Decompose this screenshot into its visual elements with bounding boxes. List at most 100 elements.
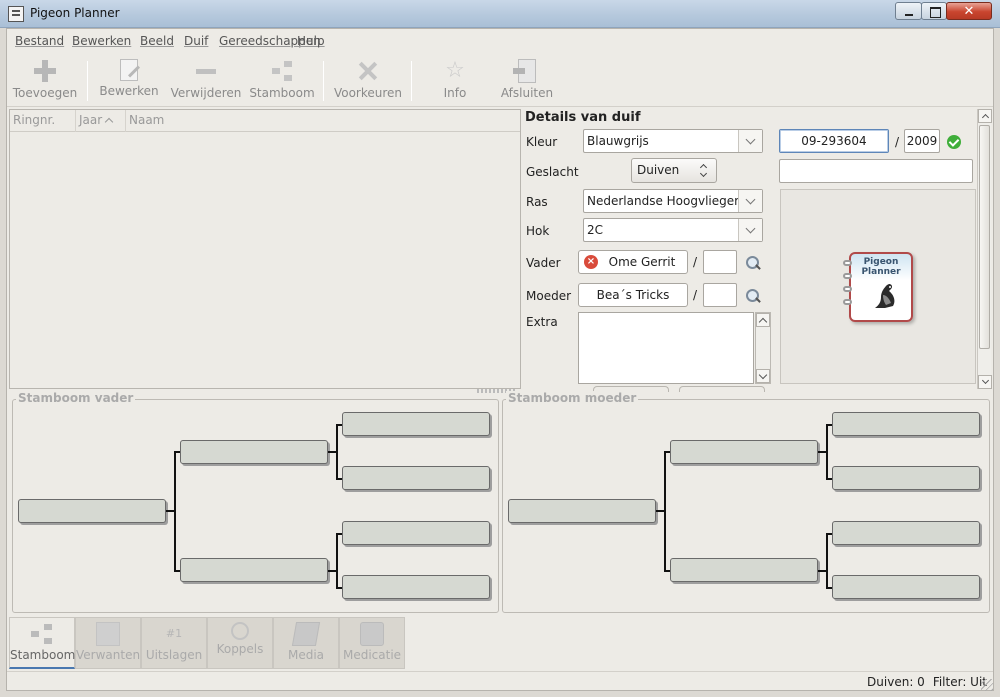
pedigree-line xyxy=(656,510,664,512)
menu-bar: Bestand Bewerken Beeld Duif Gereedschapp… xyxy=(7,29,993,51)
menu-duif[interactable]: Duif xyxy=(184,34,208,48)
extra-scrollbar[interactable] xyxy=(755,312,771,384)
updown-icon xyxy=(698,163,710,178)
pedigree-line xyxy=(826,533,828,589)
medication-icon xyxy=(360,622,384,646)
dam-year-field[interactable] xyxy=(703,283,737,307)
pedigree-line xyxy=(328,451,336,453)
scroll-up-icon[interactable] xyxy=(756,313,770,327)
pedigree-line xyxy=(328,570,336,572)
pedigree-node[interactable] xyxy=(832,521,980,545)
dam-pedigree: Stamboom moeder xyxy=(502,391,990,613)
couples-icon xyxy=(231,622,249,640)
toolbar: Toevoegen Bewerken Verwijderen Stamboom … xyxy=(7,51,993,107)
menu-hulp[interactable]: Hulp xyxy=(297,34,325,48)
dam-pedigree-title: Stamboom moeder xyxy=(506,391,639,405)
remove-icon[interactable]: × xyxy=(584,255,598,269)
strain-combo[interactable]: Nederlandse Hoogvlieger xyxy=(583,189,763,213)
add-button[interactable]: Toevoegen xyxy=(11,55,79,105)
pedigree-dam-node[interactable] xyxy=(508,499,656,523)
preferences-button[interactable]: Voorkeuren xyxy=(333,55,403,105)
strain-label: Ras xyxy=(526,195,548,209)
details-scrollbar[interactable] xyxy=(977,109,992,389)
ring-year-field[interactable]: 2009 xyxy=(904,129,940,153)
extra-textarea[interactable] xyxy=(578,312,754,384)
exit-icon xyxy=(513,59,536,83)
window-title: Pigeon Planner xyxy=(30,6,120,20)
pedigree-grandsire-node[interactable] xyxy=(670,440,818,464)
chevron-down-icon[interactable] xyxy=(738,219,762,241)
pedigree-granddam-node[interactable] xyxy=(670,558,818,582)
details-panel: Details van duif Kleur Blauwgrijs Geslac… xyxy=(523,109,993,392)
pedigree-node[interactable] xyxy=(832,575,980,599)
scroll-down-icon[interactable] xyxy=(978,375,992,389)
tab-couples[interactable]: Koppels xyxy=(207,617,273,669)
separator-slash: / xyxy=(693,288,698,302)
edit-button[interactable]: Bewerken xyxy=(99,55,159,105)
minimize-button[interactable] xyxy=(895,2,922,20)
column-year[interactable]: Jaar xyxy=(76,110,126,132)
tab-results[interactable]: #1 Uitslagen xyxy=(141,617,207,669)
info-button[interactable]: ☆ Info xyxy=(427,55,483,105)
pigeon-name-field[interactable] xyxy=(779,159,973,183)
pigeon-planner-logo: Pigeon Planner xyxy=(843,252,913,322)
toolbar-separator xyxy=(87,61,88,101)
pedigree-line xyxy=(664,451,666,572)
tab-relatives[interactable]: Verwanten xyxy=(75,617,141,669)
sire-label: Vader xyxy=(526,256,561,270)
menu-beeld[interactable]: Beeld xyxy=(140,34,174,48)
pedigree-sire-node[interactable] xyxy=(18,499,166,523)
sire-button[interactable]: × Ome Gerrit xyxy=(578,250,688,274)
pedigree-line xyxy=(336,424,338,480)
column-ring[interactable]: Ringnr. xyxy=(10,110,76,132)
scroll-down-icon[interactable] xyxy=(756,369,770,383)
remove-button[interactable]: Verwijderen xyxy=(169,55,243,105)
pedigree-node[interactable] xyxy=(342,521,490,545)
tab-pedigree[interactable]: Stamboom xyxy=(9,617,75,669)
pedigree-node[interactable] xyxy=(342,466,490,490)
close-button[interactable]: ✕ xyxy=(946,2,992,20)
tab-medication[interactable]: Medicatie xyxy=(339,617,405,669)
column-name[interactable]: Naam xyxy=(126,110,520,132)
scroll-up-icon[interactable] xyxy=(978,109,992,123)
filter-status: Filter: Uit xyxy=(932,675,987,689)
pigeon-list[interactable]: Ringnr. Jaar Naam xyxy=(9,109,521,389)
star-icon: ☆ xyxy=(445,58,465,83)
menu-bewerken[interactable]: Bewerken xyxy=(72,34,131,48)
resize-grip[interactable] xyxy=(981,679,993,691)
pedigree-icon xyxy=(270,59,294,83)
color-combo[interactable]: Blauwgrijs xyxy=(583,129,763,153)
search-icon[interactable] xyxy=(745,288,761,304)
sort-up-icon xyxy=(104,117,114,127)
sex-selector[interactable]: Duiven xyxy=(631,158,717,183)
pedigree-granddam-node[interactable] xyxy=(180,558,328,582)
pedigree-node[interactable] xyxy=(832,412,980,436)
pedigree-button[interactable]: Stamboom xyxy=(249,55,315,105)
pedigree-node[interactable] xyxy=(342,575,490,599)
pedigree-node[interactable] xyxy=(832,466,980,490)
pedigree-line xyxy=(818,451,826,453)
maximize-button[interactable] xyxy=(921,2,947,20)
list-header: Ringnr. Jaar Naam xyxy=(10,110,520,132)
sire-year-field[interactable] xyxy=(703,250,737,274)
main-window: Bestand Bewerken Beeld Duif Gereedschapp… xyxy=(6,28,994,691)
tools-icon xyxy=(356,59,380,83)
menu-bestand[interactable]: Bestand xyxy=(15,34,64,48)
pedigree-grandsire-node[interactable] xyxy=(180,440,328,464)
chevron-down-icon[interactable] xyxy=(738,190,762,212)
sex-label: Geslacht xyxy=(526,165,579,179)
status-text: Duiven: 0 Filter: Uit xyxy=(867,675,987,689)
partial-button[interactable] xyxy=(679,386,765,392)
scroll-thumb[interactable] xyxy=(979,125,990,349)
loft-combo[interactable]: 2C xyxy=(583,218,763,242)
toolbar-separator xyxy=(411,61,412,101)
ring-number-field[interactable]: 09-293604 xyxy=(779,129,889,153)
search-icon[interactable] xyxy=(745,255,761,271)
chevron-down-icon[interactable] xyxy=(738,130,762,152)
plus-icon xyxy=(33,59,57,83)
quit-button[interactable]: Afsluiten xyxy=(497,55,557,105)
dam-button[interactable]: Bea´s Tricks xyxy=(578,283,688,307)
pedigree-node[interactable] xyxy=(342,412,490,436)
pigeon-image[interactable]: Pigeon Planner xyxy=(780,189,976,384)
tab-media[interactable]: Media xyxy=(273,617,339,669)
